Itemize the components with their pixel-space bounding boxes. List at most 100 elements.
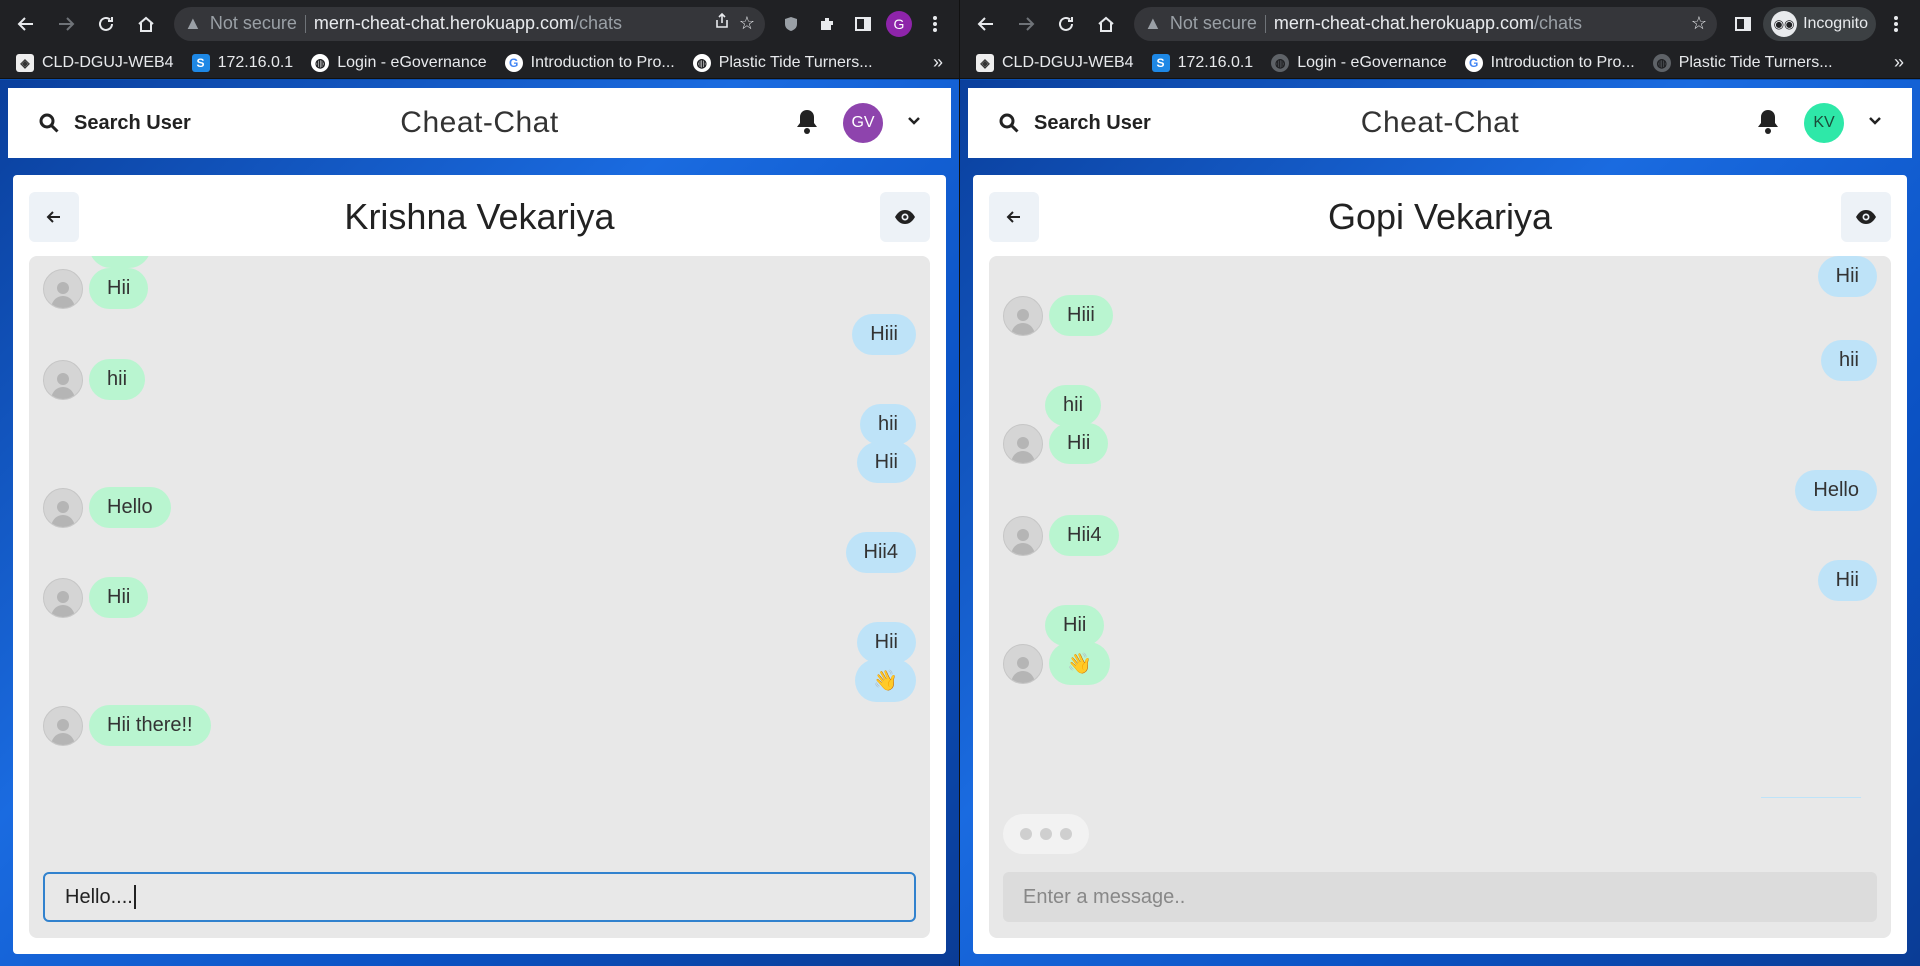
bookmark-item[interactable]: S 172.16.0.1	[191, 53, 293, 72]
browser-window-right: ▲ Not secure mern-cheat-chat.herokuapp.c…	[960, 0, 1920, 966]
incognito-button[interactable]: ◉◉ Incognito	[1763, 6, 1876, 41]
globe-icon: ◍	[1652, 53, 1671, 72]
bell-icon[interactable]	[1756, 108, 1780, 139]
security-label: Not secure	[1169, 13, 1257, 33]
avatar[interactable]	[1003, 643, 1043, 684]
url-text: mern-cheat-chat.herokuapp.com/chats	[314, 13, 622, 34]
home-icon[interactable]	[128, 6, 164, 42]
profile-button[interactable]: G	[883, 8, 915, 40]
avatar[interactable]	[43, 705, 83, 746]
app-header: Search User Cheat-Chat GV	[8, 88, 951, 158]
sent-message: Hello	[1795, 470, 1877, 511]
bookmarks-overflow[interactable]: »	[1894, 52, 1904, 73]
extensions-icon[interactable]	[811, 8, 843, 40]
star-icon[interactable]: ☆	[1691, 13, 1707, 34]
user-avatar[interactable]: KV	[1804, 103, 1844, 143]
forward-icon[interactable]	[1008, 6, 1044, 42]
eye-icon	[1856, 210, 1876, 224]
star-icon[interactable]: ☆	[739, 13, 755, 34]
home-icon[interactable]	[1088, 6, 1124, 42]
bookmark-item[interactable]: G Introduction to Pro...	[1464, 53, 1635, 72]
browser-toolbar: ▲ Not secure mern-cheat-chat.herokuapp.c…	[960, 0, 1920, 47]
avatar[interactable]	[43, 268, 83, 309]
url-text: mern-cheat-chat.herokuapp.com/chats	[1274, 13, 1582, 34]
warning-icon: ▲	[1144, 13, 1162, 33]
bookmark-label: Introduction to Pro...	[1490, 53, 1635, 71]
message-input-value: Hello....	[65, 885, 133, 908]
url-host: mern-cheat-chat.herokuapp.com	[1273, 13, 1535, 33]
message-row: Hii4	[1003, 515, 1877, 556]
sent-message: 👋	[855, 659, 916, 702]
bookmark-item[interactable]: ◈ CLD-DGUJ-WEB4	[976, 53, 1134, 72]
address-bar[interactable]: ▲ Not secure mern-cheat-chat.herokuapp.c…	[1134, 6, 1718, 41]
forward-icon[interactable]	[48, 6, 84, 42]
chat-title: Krishna Vekariya	[344, 196, 615, 237]
bookmark-item[interactable]: ◈ CLD-DGUJ-WEB4	[16, 53, 174, 72]
share-icon[interactable]	[713, 12, 731, 35]
user-avatar[interactable]: GV	[843, 103, 883, 143]
message-row: Hii	[43, 577, 916, 618]
search-icon	[999, 113, 1019, 133]
back-button[interactable]	[29, 192, 79, 242]
message-input[interactable]: Enter a message..	[1003, 872, 1877, 922]
profile-avatar: G	[886, 10, 912, 37]
avatar[interactable]	[43, 359, 83, 400]
menu-icon[interactable]	[919, 8, 951, 40]
message-row: Hiii	[1003, 295, 1877, 336]
bookmark-label: 172.16.0.1	[1177, 53, 1254, 71]
shield-icon[interactable]	[775, 8, 807, 40]
bookmark-item[interactable]: ◍ Plastic Tide Turners...	[1652, 53, 1833, 72]
url-host: mern-cheat-chat.herokuapp.com	[313, 13, 575, 33]
sent-message: hii	[1820, 340, 1877, 381]
avatar[interactable]	[43, 577, 83, 618]
search-user-button[interactable]: Search User	[38, 112, 191, 135]
bookmark-item[interactable]: ◍ Login - eGovernance	[1271, 53, 1447, 72]
sent-message: Hii	[856, 442, 916, 483]
avatar[interactable]	[1003, 423, 1043, 464]
arrow-left-icon	[46, 211, 60, 223]
incognito-icon: ◉◉	[1771, 10, 1798, 37]
back-button[interactable]	[989, 192, 1039, 242]
browser-toolbar: ▲ Not secure mern-cheat-chat.herokuapp.c…	[0, 0, 959, 47]
message-row: Hiii	[43, 314, 916, 355]
back-icon[interactable]	[8, 6, 44, 42]
google-icon: G	[504, 53, 523, 72]
reload-icon[interactable]	[1048, 6, 1084, 42]
message-input[interactable]: Hello....	[43, 872, 916, 922]
messages-area[interactable]: Hii Hiii hii hii Hii Hello Hii4 Hii Hii 👋 Hii ther…	[29, 256, 930, 938]
chevron-down-icon[interactable]	[1868, 114, 1882, 133]
search-icon	[39, 113, 59, 133]
avatar[interactable]	[1003, 515, 1043, 556]
message-row: Hello	[43, 487, 916, 528]
bell-icon[interactable]	[795, 108, 819, 139]
received-message: Hii	[89, 268, 149, 309]
chat-header: Krishna Vekariya	[29, 191, 930, 243]
view-profile-button[interactable]	[880, 192, 930, 242]
reload-icon[interactable]	[88, 6, 124, 42]
bookmark-item[interactable]: ◍ Login - eGovernance	[311, 53, 487, 72]
browser-window-left: ▲ Not secure mern-cheat-chat.herokuapp.c…	[0, 0, 960, 966]
avatar[interactable]	[43, 487, 83, 528]
bookmark-item[interactable]: G Introduction to Pro...	[504, 53, 675, 72]
side-panel-icon[interactable]	[847, 8, 879, 40]
menu-icon[interactable]	[1880, 8, 1912, 40]
bookmark-label: CLD-DGUJ-WEB4	[1002, 53, 1134, 71]
messages-area[interactable]: Hii Hiii hii hii Hii Hello Hii4 Hii Hii 👋 Enter a …	[989, 256, 1891, 938]
globe-icon: ◍	[1271, 53, 1290, 72]
avatar[interactable]	[1003, 295, 1043, 336]
chevron-down-icon[interactable]	[907, 114, 921, 133]
message-row: hii	[1003, 340, 1877, 381]
bookmark-item[interactable]: S 172.16.0.1	[1151, 53, 1254, 72]
bookmarks-overflow[interactable]: »	[933, 52, 943, 73]
back-icon[interactable]	[968, 6, 1004, 42]
message-row: Hii	[43, 622, 916, 663]
message-row: Hii	[1003, 560, 1877, 601]
bookmark-item[interactable]: ◍ Plastic Tide Turners...	[692, 53, 873, 72]
side-panel-icon[interactable]	[1727, 8, 1759, 40]
search-user-button[interactable]: Search User	[998, 112, 1151, 135]
url-path: /chats	[574, 13, 623, 33]
address-bar[interactable]: ▲ Not secure mern-cheat-chat.herokuapp.c…	[174, 6, 765, 41]
s-icon: S	[191, 53, 210, 72]
view-profile-button[interactable]	[1841, 192, 1891, 242]
received-message: hii	[89, 359, 146, 400]
